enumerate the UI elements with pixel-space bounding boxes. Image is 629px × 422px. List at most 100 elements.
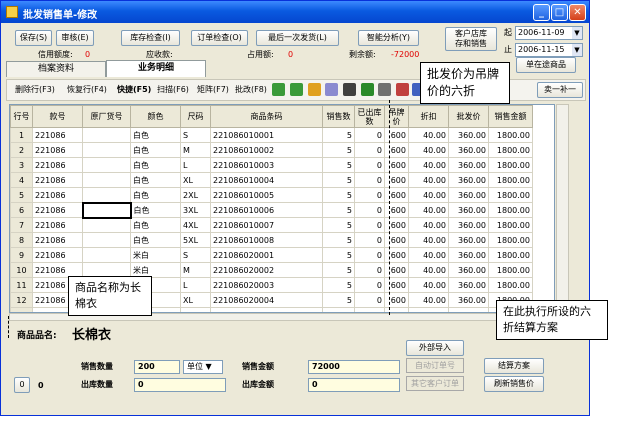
table-cell[interactable]: 360.00 — [448, 202, 489, 218]
table-cell[interactable] — [82, 232, 131, 248]
table-cell[interactable]: 9 — [10, 247, 33, 263]
table-cell[interactable]: 1800.00 — [488, 232, 533, 248]
table-cell[interactable]: 40.00 — [408, 127, 449, 143]
column-header[interactable]: 尺码 — [180, 105, 211, 128]
table-cell[interactable] — [82, 157, 131, 173]
zero-button[interactable]: 0 — [14, 377, 30, 393]
table-cell[interactable]: 白色 — [130, 217, 181, 233]
table-cell[interactable]: 10 — [10, 262, 33, 278]
table-cell[interactable]: 6 — [10, 202, 33, 218]
table-cell[interactable]: 1800.00 — [488, 202, 533, 218]
table-cell[interactable]: XL — [180, 292, 211, 308]
table-cell[interactable]: 0 — [354, 292, 385, 308]
sales-qty-field[interactable]: 200 — [134, 360, 180, 374]
unit-select[interactable]: 单位 ▼ — [183, 360, 223, 374]
table-cell[interactable]: L — [180, 157, 211, 173]
table-cell[interactable]: 0 — [354, 172, 385, 188]
table-cell[interactable]: 1800.00 — [488, 277, 533, 293]
table-cell[interactable]: 4XL — [180, 217, 211, 233]
table-cell[interactable]: 白色 — [130, 172, 181, 188]
table-cell[interactable]: 白色 — [130, 157, 181, 173]
table-cell[interactable]: 360.00 — [448, 292, 489, 308]
table-cell[interactable]: L — [180, 277, 211, 293]
out-amount-field[interactable]: 0 — [308, 378, 400, 392]
table-cell[interactable]: 360.00 — [448, 232, 489, 248]
table-cell[interactable]: 11 — [10, 277, 33, 293]
table-cell[interactable]: 221086 — [32, 202, 83, 218]
table-cell[interactable]: 221086010004 — [210, 172, 323, 188]
table-cell[interactable]: 1800.00 — [488, 142, 533, 158]
check-icon[interactable] — [272, 83, 285, 96]
table-cell[interactable]: 360.00 — [448, 157, 489, 173]
refresh-price-button[interactable]: 刷新销售价 — [484, 376, 544, 392]
quick-button[interactable]: 快捷(F5) — [117, 84, 151, 96]
table-cell[interactable]: 5 — [322, 232, 355, 248]
delete-row-button[interactable]: 删除行(F3) — [15, 84, 55, 96]
table-row[interactable]: 2 221086 白色 M 221086010002 5 0 600 40.00 360.00 18… — [10, 142, 533, 158]
table-cell[interactable]: 0 — [354, 217, 385, 233]
table-cell[interactable]: 0 — [354, 157, 385, 173]
table-cell[interactable]: 0 — [354, 232, 385, 248]
table-cell[interactable]: 3XL — [180, 202, 211, 218]
table-cell[interactable]: 7 — [10, 217, 33, 233]
table-cell[interactable]: 360.00 — [448, 172, 489, 188]
table-cell[interactable]: 360.00 — [448, 142, 489, 158]
table-cell[interactable] — [82, 217, 131, 233]
column-header[interactable]: 原厂货号 — [82, 105, 131, 128]
maximize-button[interactable]: □ — [551, 4, 568, 21]
table-row[interactable]: 9 221086 米白 S 221086020001 5 0 600 40.00 360.00 18… — [10, 247, 533, 263]
table-cell[interactable]: 40.00 — [408, 172, 449, 188]
table-cell[interactable] — [82, 247, 131, 263]
audit-button[interactable]: 审核(E) — [56, 30, 94, 46]
print-icon[interactable] — [378, 83, 391, 96]
date-from-picker[interactable]: 2006-11-09 ▼ — [515, 26, 583, 40]
table-cell[interactable]: 3 — [10, 157, 33, 173]
batch-change-button[interactable]: 批改(F8) — [235, 84, 267, 96]
table-row[interactable]: 1 221086 白色 S 221086010001 5 0 600 40.00 360.00 18… — [10, 127, 533, 143]
table-cell[interactable]: 12 — [10, 292, 33, 308]
column-header[interactable]: 行号 — [10, 105, 33, 128]
table-row[interactable]: 6 221086 白色 3XL 221086010006 5 0 600 40.00 360.00… — [10, 201, 533, 219]
table-cell[interactable]: 40.00 — [408, 277, 449, 293]
table-cell[interactable]: 221086010006 — [210, 202, 323, 218]
table-row[interactable]: 3 221086 白色 L 221086010003 5 0 600 40.00 360.00 18… — [10, 157, 533, 173]
table-cell[interactable]: 221086010002 — [210, 142, 323, 158]
stock-check-button[interactable]: 库存检查(I) — [121, 30, 180, 46]
table-cell[interactable]: 5 — [322, 217, 355, 233]
table-cell[interactable]: 221086020003 — [210, 277, 323, 293]
settlement-plan-button[interactable]: 结算方案 — [484, 358, 544, 374]
table-cell[interactable]: 221086010008 — [210, 232, 323, 248]
table-cell[interactable]: 0 — [354, 127, 385, 143]
table-cell[interactable]: 221086 — [32, 217, 83, 233]
table-cell[interactable]: 40.00 — [408, 292, 449, 308]
column-header[interactable]: 款号 — [32, 105, 83, 128]
table-cell[interactable]: 白色 — [130, 202, 181, 218]
table-cell[interactable]: 1800.00 — [488, 217, 533, 233]
customer-store-button[interactable]: 客户店库 存和销售 — [445, 27, 497, 51]
table-cell[interactable]: 360.00 — [448, 262, 489, 278]
tab-business-detail[interactable]: 业务明细 — [106, 60, 206, 77]
table-cell[interactable]: M — [180, 142, 211, 158]
table-cell[interactable]: 5 — [322, 292, 355, 308]
external-import-button[interactable]: 外部导入 — [406, 340, 464, 356]
table-cell[interactable] — [82, 142, 131, 158]
restore-row-button[interactable]: 恢复行(F4) — [67, 84, 107, 96]
table-cell[interactable]: 5XL — [180, 232, 211, 248]
table-cell[interactable]: XL — [180, 172, 211, 188]
table-cell[interactable] — [82, 127, 131, 143]
table-cell[interactable] — [81, 201, 132, 219]
table-cell[interactable]: 40.00 — [408, 142, 449, 158]
table-cell[interactable]: 360.00 — [448, 277, 489, 293]
table-cell[interactable]: 0 — [354, 247, 385, 263]
shapes-icon[interactable] — [308, 83, 321, 96]
table-cell[interactable]: 1800.00 — [488, 187, 533, 203]
binoculars-icon[interactable] — [343, 83, 356, 96]
column-header[interactable]: 颜色 — [130, 105, 181, 128]
table-row[interactable]: 4 221086 白色 XL 221086010004 5 0 600 40.00 360.00 1… — [10, 172, 533, 188]
auto-order-button[interactable]: 自动订单号 — [406, 358, 464, 373]
table-cell[interactable]: 1800.00 — [488, 247, 533, 263]
table-cell[interactable]: 221086010005 — [210, 187, 323, 203]
table-cell[interactable]: 40.00 — [408, 217, 449, 233]
table-cell[interactable]: 1800.00 — [488, 172, 533, 188]
table-cell[interactable]: 40.00 — [408, 202, 449, 218]
